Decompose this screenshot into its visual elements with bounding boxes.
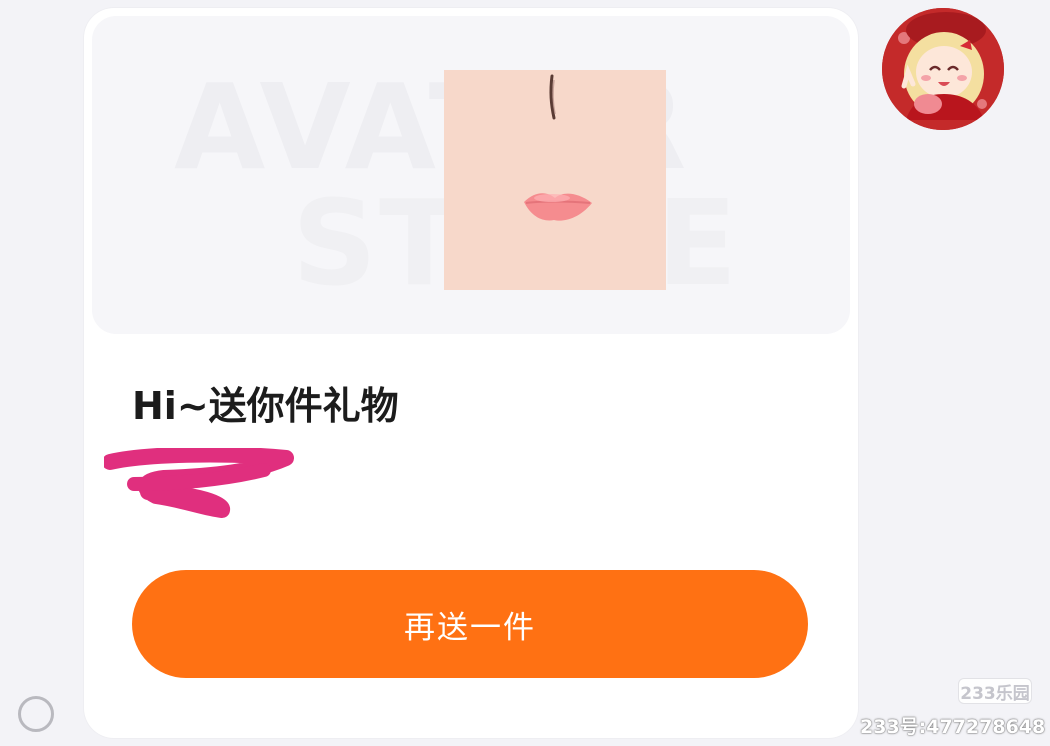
site-watermark-id: 233号:477278648 xyxy=(860,716,1046,738)
redacted-text-scribble xyxy=(102,446,296,520)
site-watermark-badge: 233乐园 xyxy=(958,678,1032,704)
anime-girl-avatar-icon xyxy=(882,8,1004,130)
gift-preview-panel: AVATAR STORE xyxy=(92,16,850,334)
send-another-button[interactable]: 再送一件 xyxy=(132,570,808,678)
sender-avatar[interactable] xyxy=(882,8,1004,130)
gift-item-thumbnail xyxy=(444,70,666,290)
message-select-radio[interactable] xyxy=(18,696,54,732)
face-makeup-item-icon xyxy=(444,70,666,290)
chat-screen: AVATAR STORE Hi~送你件礼物 再送一件 xyxy=(0,0,1050,746)
gift-greeting-text: Hi~送你件礼物 xyxy=(132,384,399,428)
gift-message-card[interactable]: AVATAR STORE Hi~送你件礼物 再送一件 xyxy=(84,8,858,738)
